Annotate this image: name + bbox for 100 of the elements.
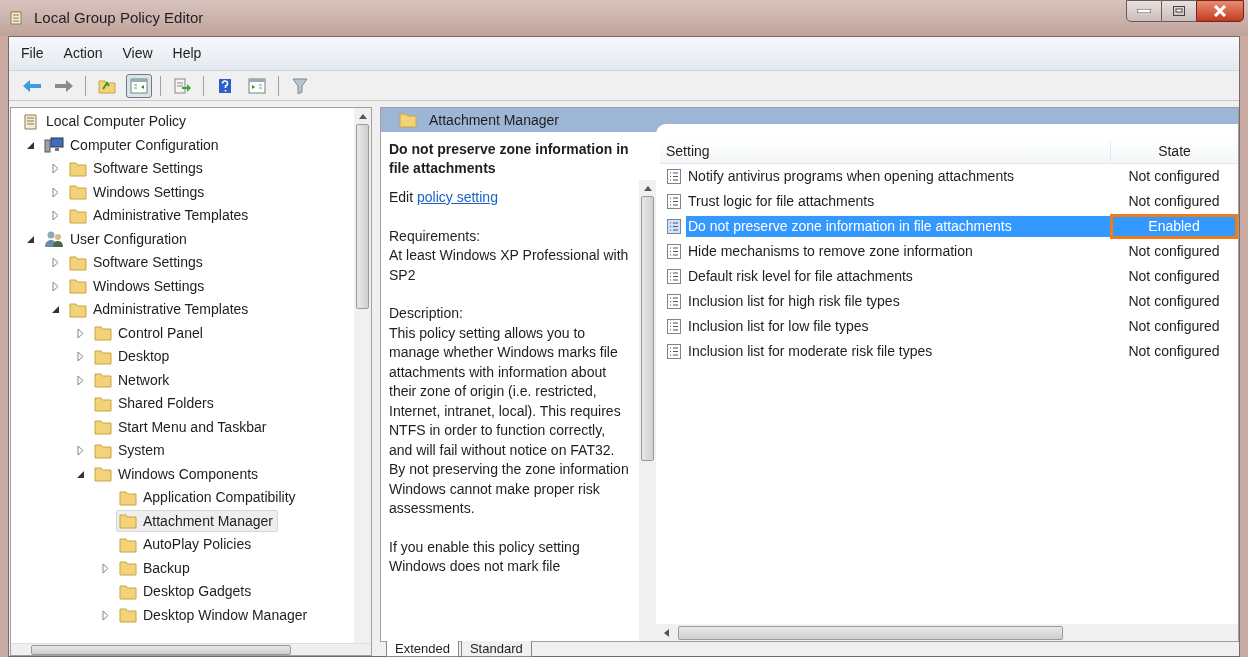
toolbar-button[interactable] bbox=[126, 73, 152, 98]
menu-item[interactable]: File bbox=[21, 43, 44, 64]
tree-item[interactable]: Windows Components bbox=[91, 463, 264, 486]
policy-icon bbox=[666, 293, 682, 310]
export-list-icon bbox=[173, 77, 191, 94]
tree-item[interactable]: Backup bbox=[116, 557, 195, 580]
edit-label: Edit bbox=[389, 189, 415, 205]
pane-title: Attachment Manager bbox=[429, 110, 559, 130]
collapsed-triangle-icon[interactable] bbox=[101, 562, 109, 574]
tree-item[interactable]: Control Panel bbox=[91, 322, 208, 345]
scroll-arrow-icon[interactable] bbox=[358, 113, 367, 119]
requirements-label: Requirements: bbox=[389, 226, 482, 246]
collapsed-triangle-icon[interactable] bbox=[76, 351, 84, 363]
tree-item[interactable]: Desktop Gadgets bbox=[116, 580, 257, 603]
setting-name: Inclusion list for low file types bbox=[687, 317, 870, 336]
collapsed-triangle-icon[interactable] bbox=[51, 163, 59, 175]
state-value: Not configured bbox=[1127, 292, 1221, 311]
tree-item[interactable]: Windows Settings bbox=[66, 181, 210, 204]
tree-item[interactable]: Attachment Manager bbox=[116, 510, 278, 533]
horizontal-scrollbar[interactable] bbox=[11, 643, 371, 655]
state-value: Not configured bbox=[1127, 192, 1221, 211]
state-value: Not configured bbox=[1127, 317, 1221, 336]
expanded-triangle-icon[interactable] bbox=[75, 469, 85, 479]
collapsed-triangle-icon[interactable] bbox=[76, 374, 84, 386]
scroll-arrow-icon[interactable] bbox=[663, 628, 669, 637]
menu-item[interactable]: Help bbox=[172, 43, 202, 64]
policy-icon bbox=[666, 243, 682, 260]
menu-item[interactable]: Action bbox=[63, 43, 103, 64]
expanded-triangle-icon[interactable] bbox=[50, 305, 60, 315]
collapsed-triangle-icon[interactable] bbox=[51, 210, 59, 222]
description-text: If you enable this policy setting Windows does not mark file bbox=[389, 537, 581, 576]
policy-icon bbox=[666, 318, 682, 335]
tree-item[interactable]: Desktop Window Manager bbox=[116, 604, 313, 627]
horizontal-scrollbar[interactable] bbox=[656, 624, 1238, 641]
tree-item[interactable]: Shared Folders bbox=[91, 392, 219, 415]
tree-item[interactable]: Administrative Templates bbox=[66, 204, 254, 227]
expanded-triangle-icon[interactable] bbox=[25, 234, 35, 244]
setting-name: Default risk level for file attachments bbox=[687, 267, 914, 286]
state-value: Enabled bbox=[1110, 214, 1238, 239]
tree-item[interactable]: Computer Configuration bbox=[41, 134, 224, 157]
table-row[interactable]: Notify antivirus programs when opening attachments Not configured bbox=[660, 164, 1238, 189]
folder-icon bbox=[94, 442, 112, 459]
help-icon bbox=[218, 77, 232, 94]
scroll-arrow-icon[interactable] bbox=[643, 185, 652, 191]
table-row[interactable]: Inclusion list for low file types Not configured bbox=[660, 314, 1238, 339]
folder-icon bbox=[94, 372, 112, 389]
tree-item[interactable]: User Configuration bbox=[41, 228, 192, 251]
collapsed-triangle-icon[interactable] bbox=[51, 280, 59, 292]
expanded-triangle-icon[interactable] bbox=[25, 140, 35, 150]
vertical-scrollbar[interactable] bbox=[639, 180, 656, 641]
tree-pane-icon bbox=[130, 77, 148, 94]
policy-icon bbox=[666, 193, 682, 210]
back-arrow-icon bbox=[22, 78, 42, 93]
table-row[interactable]: Default risk level for file attachments Not configured bbox=[660, 264, 1238, 289]
column-header[interactable]: State bbox=[1110, 141, 1238, 162]
tree-item[interactable]: System bbox=[91, 439, 170, 462]
tree-item[interactable]: Windows Settings bbox=[66, 275, 210, 298]
minimize-icon bbox=[1137, 9, 1151, 13]
folder-icon bbox=[119, 536, 137, 553]
minimize-button[interactable] bbox=[1126, 0, 1162, 22]
folder-icon bbox=[119, 513, 137, 530]
policy-icon bbox=[666, 218, 682, 235]
collapsed-triangle-icon[interactable] bbox=[76, 445, 84, 457]
folder-icon bbox=[94, 419, 112, 436]
collapsed-triangle-icon[interactable] bbox=[101, 609, 109, 621]
tree-item[interactable]: Administrative Templates bbox=[66, 298, 254, 321]
state-value: Not configured bbox=[1127, 167, 1221, 186]
folder-icon bbox=[119, 583, 137, 600]
folder-icon bbox=[69, 184, 87, 201]
tree-item[interactable]: AutoPlay Policies bbox=[116, 533, 257, 556]
tree-item[interactable]: Software Settings bbox=[66, 157, 208, 180]
users-icon bbox=[44, 230, 64, 249]
tree-item[interactable]: Application Compatibility bbox=[116, 486, 301, 509]
table-row[interactable]: Hide mechanisms to remove zone information Not configured bbox=[660, 239, 1238, 264]
table-row[interactable]: Inclusion list for moderate risk file types Not configured bbox=[660, 339, 1238, 364]
tree-item[interactable]: Software Settings bbox=[66, 251, 208, 274]
setting-name: Inclusion list for moderate risk file types bbox=[687, 342, 934, 361]
collapsed-triangle-icon[interactable] bbox=[51, 257, 59, 269]
tree-item[interactable]: Start Menu and Taskbar bbox=[91, 416, 272, 439]
folder-icon bbox=[94, 395, 112, 412]
view-tab[interactable]: Extended bbox=[386, 641, 459, 657]
folder-icon bbox=[69, 278, 87, 295]
table-row[interactable]: Trust logic for file attachments Not configured bbox=[660, 189, 1238, 214]
tree-item[interactable]: Local Computer Policy bbox=[19, 110, 192, 133]
setting-name: Trust logic for file attachments bbox=[687, 192, 876, 211]
tree-item[interactable]: Network bbox=[91, 369, 175, 392]
folder-icon bbox=[69, 207, 87, 224]
description-label: Description: bbox=[389, 304, 464, 323]
collapsed-triangle-icon[interactable] bbox=[76, 327, 84, 339]
policy-heading: Do not preserve zone information in file attachments bbox=[388, 140, 630, 178]
collapsed-triangle-icon[interactable] bbox=[51, 186, 59, 198]
maximize-button[interactable] bbox=[1162, 0, 1196, 22]
menu-item[interactable]: View bbox=[122, 43, 153, 64]
table-row[interactable]: Inclusion list for high risk file types Not configured bbox=[660, 289, 1238, 314]
close-button[interactable] bbox=[1196, 0, 1244, 22]
tree-item[interactable]: Desktop bbox=[91, 345, 175, 368]
policy-setting-link[interactable]: policy setting bbox=[417, 189, 498, 205]
column-header[interactable]: Setting bbox=[660, 141, 1110, 162]
vertical-scrollbar[interactable] bbox=[354, 108, 371, 643]
view-tab[interactable]: Standard bbox=[460, 641, 532, 657]
